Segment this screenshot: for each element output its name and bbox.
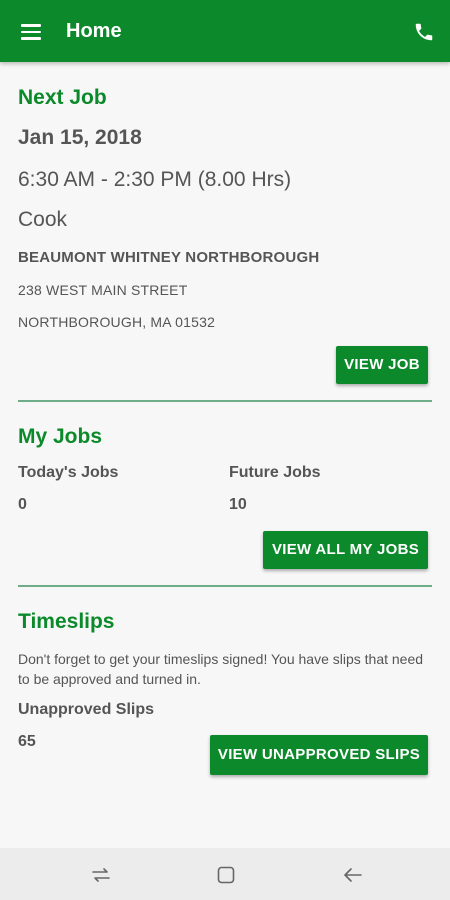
timeslips-message: Don't forget to get your timeslips signe… [18,651,424,687]
my-jobs-heading: My Jobs [18,425,103,448]
next-job-date: Jan 15, 2018 [18,126,142,149]
divider [18,400,432,402]
page-title: Home [66,20,122,42]
back-icon[interactable] [342,864,364,886]
home-icon[interactable] [215,864,237,886]
app-bar: Home [0,0,450,62]
future-jobs-value: 10 [229,496,247,513]
view-job-button[interactable]: VIEW JOB [336,346,428,384]
next-job-location: BEAUMONT WHITNEY NORTHBOROUGH [18,249,320,266]
view-unapproved-slips-button[interactable]: VIEW UNAPPROVED SLIPS [210,735,428,775]
view-all-my-jobs-button[interactable]: VIEW ALL MY JOBS [263,531,428,569]
next-job-heading: Next Job [18,86,107,109]
next-job-role: Cook [18,208,68,231]
next-job-address-line1: 238 WEST MAIN STREET [18,282,188,298]
divider [18,585,432,587]
unapproved-slips-value: 65 [18,733,36,750]
future-jobs-label: Future Jobs [229,464,321,481]
next-job-time: 6:30 AM - 2:30 PM (8.00 Hrs) [18,168,292,191]
todays-jobs-value: 0 [18,496,27,513]
recent-apps-icon[interactable] [90,864,112,886]
unapproved-slips-label: Unapproved Slips [18,701,155,718]
timeslips-heading: Timeslips [18,610,115,633]
todays-jobs-label: Today's Jobs [18,464,119,481]
phone-icon[interactable] [413,21,435,43]
menu-icon[interactable] [21,24,41,40]
next-job-address-line2: NORTHBOROUGH, MA 01532 [18,314,216,330]
system-nav-bar [0,848,450,900]
